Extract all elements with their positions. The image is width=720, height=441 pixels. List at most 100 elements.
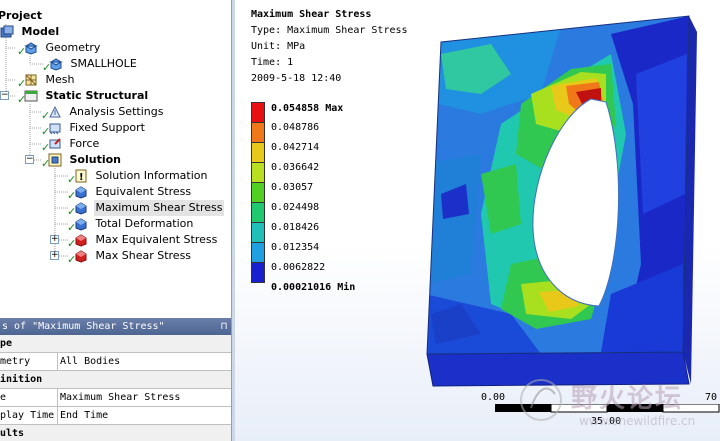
- tree-label: Solution Information: [95, 169, 208, 182]
- tree-item-maximum-shear-stress[interactable]: ✓ Maximum Shear Stress: [67, 200, 225, 218]
- details-row[interactable]: play Time End Time: [0, 407, 231, 425]
- tree-label: SMALLHOLE: [70, 57, 137, 70]
- legend-label: 0.048786: [271, 122, 320, 133]
- left-panel: Project Model ✓ Geometry ✓ SMALLHOLE ✓ M…: [0, 0, 231, 441]
- tree-label: Maximum Shear Stress: [93, 200, 225, 216]
- check-icon: ✓: [17, 93, 27, 106]
- tree-label: Total Deformation: [95, 217, 194, 230]
- collapse-toggle[interactable]: −: [0, 91, 9, 100]
- legend-label: 0.024498: [271, 202, 320, 213]
- details-key: e: [0, 392, 7, 403]
- fea-contour-model[interactable]: [421, 14, 701, 389]
- watermark-url: www.onewildfire.cn: [579, 414, 696, 428]
- details-header: s of "Maximum Shear Stress" ⊓: [0, 318, 231, 335]
- tree-label: Analysis Settings: [69, 105, 164, 118]
- legend-swatch: [251, 262, 265, 283]
- details-value: End Time: [57, 407, 108, 424]
- tree-label: Model: [21, 25, 60, 38]
- model-icon: [0, 25, 16, 39]
- result-icon: ✓: [67, 201, 90, 218]
- tree-item-max-equivalent-stress[interactable]: ✓ Max Equivalent Stress: [67, 232, 219, 250]
- solution-icon: ✓: [41, 153, 64, 170]
- legend-swatch: [251, 142, 265, 163]
- watermark-logo: 野火论坛 www.onewildfire.cn: [511, 374, 711, 434]
- tree-item-project[interactable]: Project: [0, 8, 44, 24]
- details-category[interactable]: ults: [0, 425, 231, 441]
- tree-label: Static Structural: [45, 89, 149, 102]
- tree-label: Max Shear Stress: [95, 249, 192, 262]
- legend-label: 0.042714: [271, 142, 320, 153]
- tree-label: Mesh: [45, 73, 75, 86]
- static-structural-icon: ✓: [17, 89, 40, 106]
- tree-label: Max Equivalent Stress: [95, 233, 218, 246]
- details-table: pe metry All Bodies inition e Maximum Sh…: [0, 335, 231, 441]
- expand-toggle[interactable]: +: [50, 251, 59, 260]
- mesh-icon: ✓: [17, 73, 40, 90]
- tree-item-analysis-settings[interactable]: ✓ Analysis Settings: [41, 104, 165, 122]
- details-category[interactable]: inition: [0, 371, 231, 389]
- details-value: Maximum Shear Stress: [57, 389, 180, 406]
- result-icon: ✓: [67, 217, 90, 234]
- graphics-viewport[interactable]: Maximum Shear Stress Type: Maximum Shear…: [235, 0, 720, 441]
- legend-swatch: [251, 202, 265, 223]
- tree-item-force[interactable]: ✓ Force: [41, 136, 101, 154]
- tree-label: Solution: [69, 153, 122, 166]
- tree-label: Fixed Support: [69, 121, 146, 134]
- geometry-icon: ✓: [17, 41, 40, 58]
- legend-min-label: 0.00021016 Min: [271, 282, 356, 293]
- legend-swatch: [251, 242, 265, 263]
- legend-label: 0.018426: [271, 222, 320, 233]
- watermark-cn: 野火论坛: [571, 384, 684, 414]
- collapse-toggle[interactable]: −: [25, 155, 34, 164]
- result-type: Type: Maximum Shear Stress: [251, 25, 408, 36]
- result-unit: Unit: MPa: [251, 41, 306, 52]
- tree-item-smallhole[interactable]: ✓ SMALLHOLE: [42, 56, 139, 74]
- tree-item-fixed-support[interactable]: ✓ Fixed Support: [41, 120, 147, 138]
- details-category[interactable]: pe: [0, 335, 231, 353]
- fixed-support-icon: ✓: [41, 121, 64, 138]
- tree-item-solution[interactable]: ✓ Solution: [41, 152, 123, 170]
- details-key: play Time: [0, 410, 54, 421]
- force-icon: ✓: [41, 137, 64, 154]
- details-title: s of "Maximum Shear Stress": [2, 321, 165, 332]
- tree-item-total-deformation[interactable]: ✓ Total Deformation: [67, 216, 195, 234]
- tree-label: Project: [0, 9, 43, 22]
- tree-item-geometry[interactable]: ✓ Geometry: [17, 40, 102, 58]
- details-key: inition: [0, 374, 43, 385]
- legend-swatch: [251, 222, 265, 243]
- scale-label-left: 0.00: [481, 392, 506, 403]
- legend-max-label: 0.054858 Max: [271, 103, 344, 114]
- tree-item-static-structural[interactable]: ✓ Static Structural: [17, 88, 150, 106]
- legend-swatch: [251, 182, 265, 203]
- expand-toggle[interactable]: +: [50, 235, 59, 244]
- tree-item-max-shear-stress[interactable]: ✓ Max Shear Stress: [67, 248, 193, 266]
- details-row[interactable]: metry All Bodies: [0, 353, 231, 371]
- tree-item-model[interactable]: Model: [0, 24, 61, 40]
- legend-label: 0.0062822: [271, 262, 326, 273]
- check-icon: ✓: [67, 253, 77, 266]
- tree-label: Force: [69, 137, 100, 150]
- body-icon: ✓: [42, 57, 65, 74]
- outline-tree[interactable]: Project Model ✓ Geometry ✓ SMALLHOLE ✓ M…: [0, 0, 231, 316]
- tree-item-mesh[interactable]: ✓ Mesh: [17, 72, 76, 90]
- check-icon: ✓: [17, 45, 27, 58]
- tool-icon: ✓: [67, 249, 90, 266]
- tree-item-equivalent-stress[interactable]: ✓ Equivalent Stress: [67, 184, 193, 202]
- details-key: pe: [0, 338, 13, 349]
- result-icon: ✓: [67, 185, 90, 202]
- details-key: metry: [0, 356, 31, 367]
- details-key: ults: [0, 428, 25, 439]
- tool-icon: ✓: [67, 233, 90, 250]
- result-title: Maximum Shear Stress: [251, 9, 372, 20]
- legend-swatch: [251, 102, 265, 123]
- tree-label: Geometry: [45, 41, 101, 54]
- legend-swatch: [251, 162, 265, 183]
- legend-label: 0.012354: [271, 242, 320, 253]
- tree-item-solution-information[interactable]: ✓ ! Solution Information: [67, 168, 209, 186]
- legend-label: 0.03057: [271, 182, 314, 193]
- svg-text:!: !: [79, 172, 84, 183]
- pin-icon[interactable]: ⊓: [221, 318, 227, 335]
- analysis-settings-icon: ✓: [41, 105, 64, 122]
- info-icon: ✓ !: [67, 169, 90, 186]
- details-row[interactable]: e Maximum Shear Stress: [0, 389, 231, 407]
